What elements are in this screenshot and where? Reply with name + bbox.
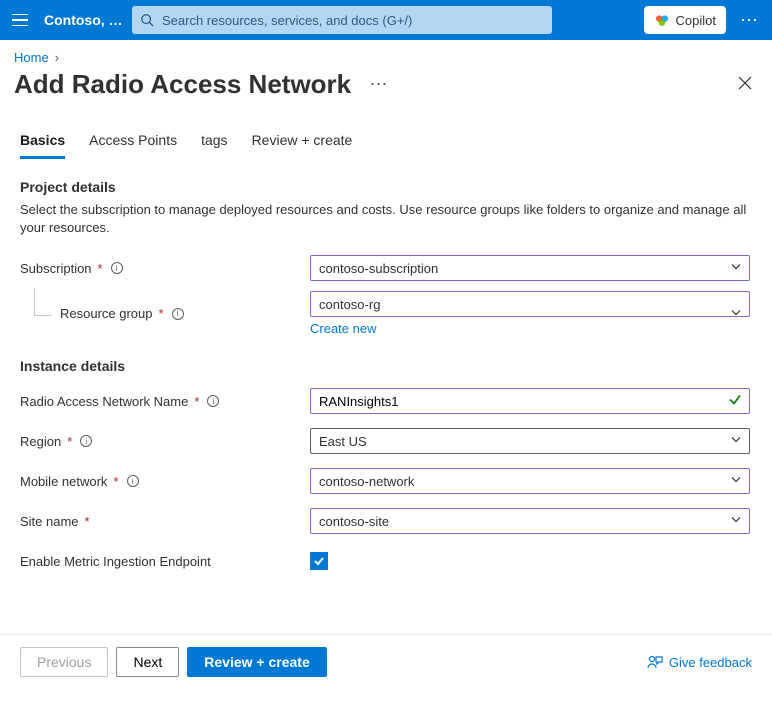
tab-access-points[interactable]: Access Points (89, 132, 177, 159)
title-more-icon[interactable]: ⋯ (370, 74, 389, 95)
footer-bar: Previous Next Review + create Give feedb… (0, 634, 772, 689)
mobile-network-dropdown[interactable]: contoso-network (310, 468, 750, 494)
required-asterisk: * (67, 434, 72, 449)
info-icon[interactable]: i (111, 262, 123, 274)
review-create-button[interactable]: Review + create (187, 647, 326, 677)
subscription-label: Subscription * i (20, 261, 310, 276)
give-feedback-label: Give feedback (669, 655, 752, 670)
required-asterisk: * (85, 514, 90, 529)
info-icon[interactable]: i (127, 475, 139, 487)
required-asterisk: * (98, 261, 103, 276)
metric-endpoint-label: Enable Metric Ingestion Endpoint (20, 554, 310, 569)
give-feedback-link[interactable]: Give feedback (647, 654, 752, 670)
required-asterisk: * (113, 474, 118, 489)
tab-basics[interactable]: Basics (20, 132, 65, 159)
project-details-description: Select the subscription to manage deploy… (20, 201, 750, 237)
site-name-dropdown[interactable]: contoso-site (310, 508, 750, 534)
tab-tags[interactable]: tags (201, 132, 227, 159)
title-row: Add Radio Access Network ⋯ (0, 67, 772, 108)
close-icon (738, 76, 752, 90)
more-menu-icon[interactable]: ⋯ (734, 10, 764, 31)
hamburger-menu-icon[interactable] (8, 8, 32, 32)
previous-button[interactable]: Previous (20, 647, 108, 677)
page-title: Add Radio Access Network (14, 69, 358, 100)
info-icon[interactable]: i (80, 435, 92, 447)
checkmark-icon (313, 555, 325, 567)
mobile-network-label: Mobile network * i (20, 474, 310, 489)
search-box[interactable] (132, 6, 552, 34)
copilot-button[interactable]: Copilot (644, 6, 726, 34)
breadcrumb: Home › (0, 40, 772, 67)
project-details-heading: Project details (20, 179, 752, 195)
next-button[interactable]: Next (116, 647, 179, 677)
copilot-label: Copilot (676, 13, 716, 28)
info-icon[interactable]: i (172, 308, 184, 320)
feedback-person-icon (647, 654, 663, 670)
region-label: Region * i (20, 434, 310, 449)
resource-group-label: Resource group * i (20, 306, 310, 321)
chevron-right-icon: › (55, 50, 59, 65)
metric-endpoint-checkbox[interactable] (310, 552, 328, 570)
instance-details-heading: Instance details (20, 358, 752, 374)
create-new-rg-link[interactable]: Create new (310, 321, 376, 336)
tenant-name[interactable]: Contoso, L... (44, 12, 124, 28)
resource-group-dropdown[interactable]: contoso-rg (310, 291, 750, 317)
tab-review-create[interactable]: Review + create (252, 132, 353, 159)
site-name-label: Site name * (20, 514, 310, 529)
search-input[interactable] (160, 12, 544, 29)
ran-name-input[interactable] (310, 388, 750, 414)
form-content: Project details Select the subscription … (0, 159, 772, 604)
subscription-dropdown[interactable]: contoso-subscription (310, 255, 750, 281)
breadcrumb-home[interactable]: Home (14, 50, 49, 65)
close-button[interactable] (732, 70, 758, 99)
region-dropdown[interactable]: East US (310, 428, 750, 454)
copilot-icon (654, 12, 670, 28)
search-icon (140, 13, 154, 27)
required-asterisk: * (159, 306, 164, 321)
top-bar: Contoso, L... Copilot ⋯ (0, 0, 772, 40)
required-asterisk: * (194, 394, 199, 409)
tree-connector-icon (34, 288, 52, 316)
ran-name-label: Radio Access Network Name * i (20, 394, 310, 409)
tab-bar: Basics Access Points tags Review + creat… (0, 108, 772, 159)
info-icon[interactable]: i (207, 395, 219, 407)
